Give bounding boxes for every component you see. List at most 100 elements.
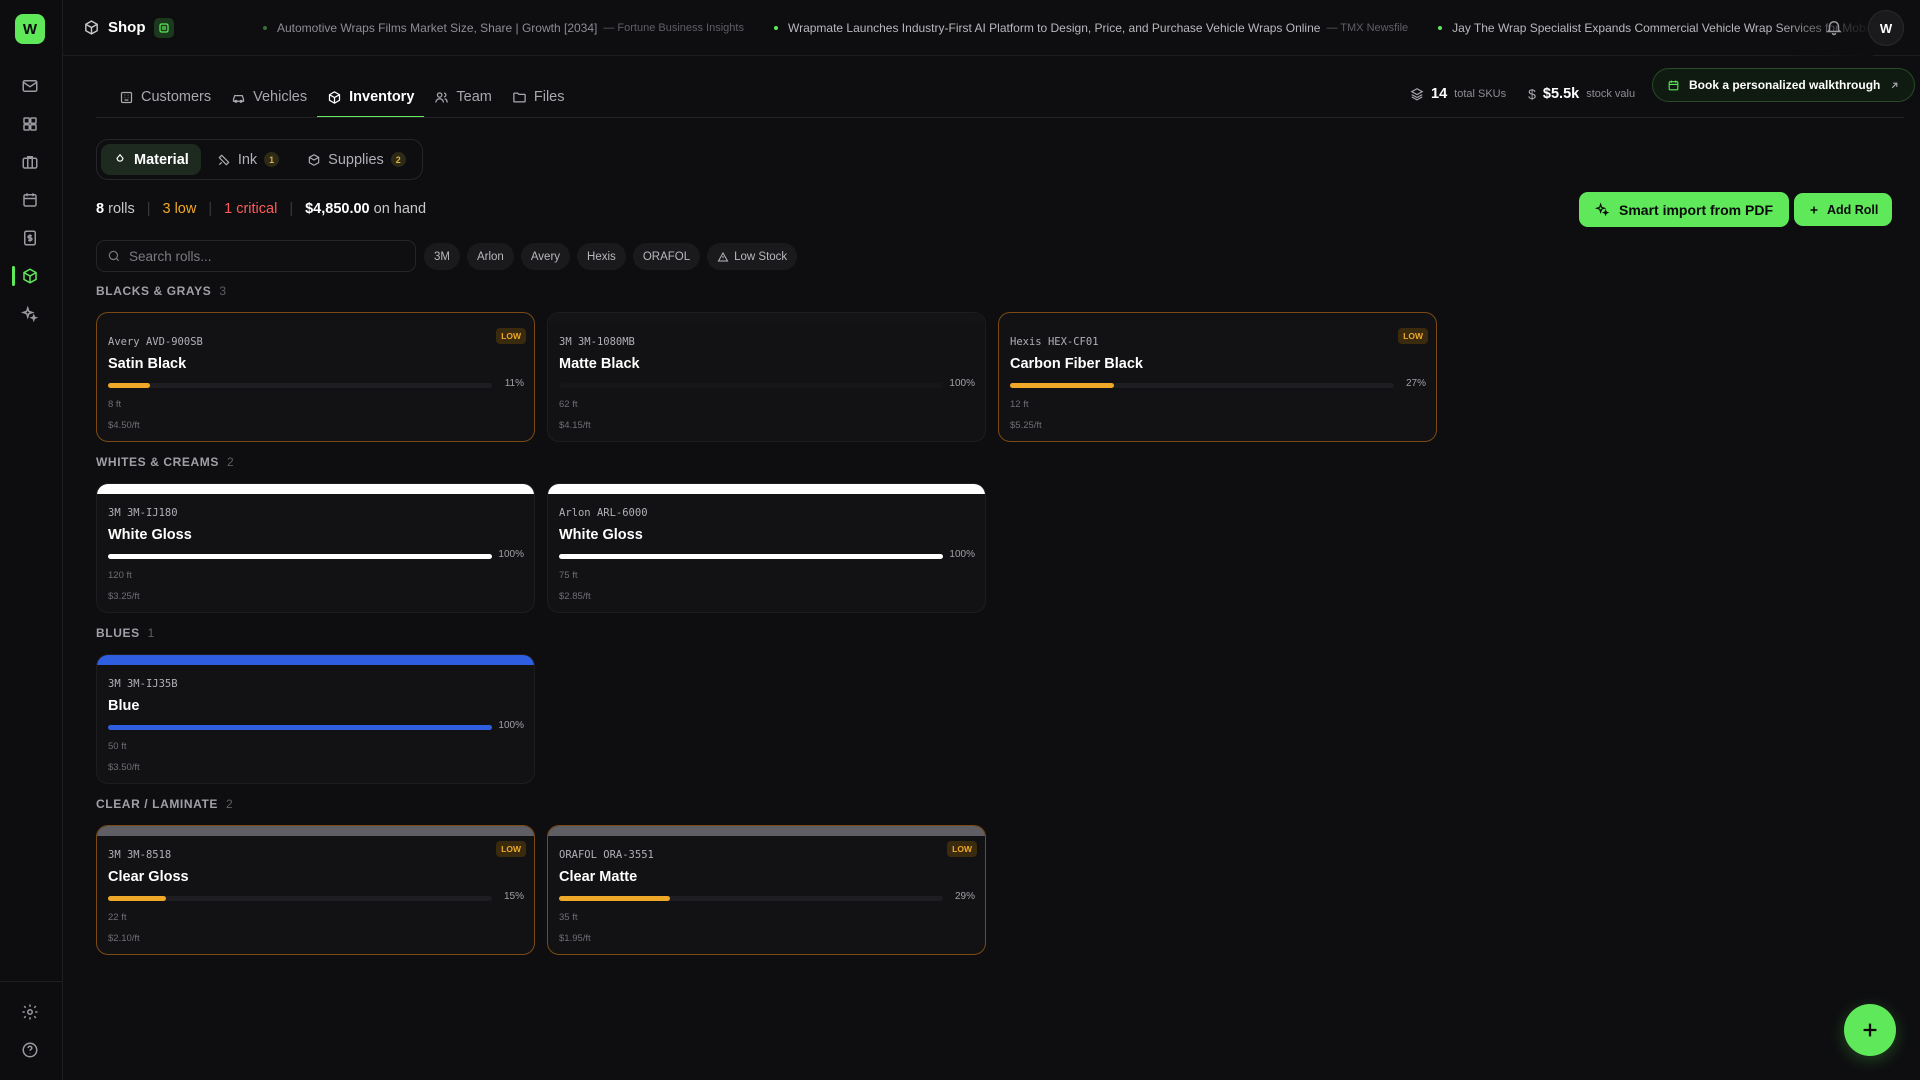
segment-ink[interactable]: Ink 1 [205, 144, 291, 175]
shop-switcher[interactable]: Shop [83, 17, 203, 38]
stock-value: $5.5k [1542, 86, 1580, 102]
roll-length: 120 ft [108, 570, 132, 581]
book-walkthrough-button[interactable]: Book a personalized walkthrough [1652, 68, 1916, 102]
roll-card[interactable]: 3M 3M-1080MB Matte Black 100% 62 ft $4.15/ft [547, 312, 986, 442]
package-icon [327, 90, 342, 105]
news-item[interactable]: Automotive Wraps Films Market Size, Shar… [263, 21, 744, 35]
tab-inventory[interactable]: Inventory [317, 78, 425, 118]
roll-brand: Hexis [1010, 336, 1042, 348]
roll-name: Matte Black [559, 356, 640, 372]
roll-card[interactable]: 3M 3M-IJ35B Blue 100% 50 ft $3.50/ft [96, 654, 535, 784]
roll-price: $2.85/ft [559, 591, 591, 602]
top-bar: Shop Automotive Wraps Films Market Size,… [63, 0, 1920, 56]
news-bullet [1438, 26, 1443, 30]
fab-add-button[interactable] [1844, 1004, 1896, 1056]
section-title-text: BLACKS & GRAYS [96, 284, 212, 298]
filter-chip-low-stock[interactable]: Low Stock [707, 243, 798, 270]
roll-length: 12 ft [1010, 399, 1029, 410]
roll-length: 62 ft [559, 399, 578, 410]
roll-card[interactable]: 3M 3M-IJ180 White Gloss 100% 120 ft $3.25/ft [96, 483, 535, 613]
droplets-icon [116, 153, 124, 162]
roll-length: 8 ft [108, 399, 122, 410]
roll-card[interactable]: ORAFOL ORA-3551 Clear Matte 29% 35 ft $1.95/… [547, 825, 986, 955]
roll-card[interactable]: Hexis HEX-CF01 Carbon Fiber Black 27% 12 ft… [998, 312, 1437, 442]
stock-value-label: stock valu [1586, 88, 1636, 100]
total-skus-value: 14 [1431, 86, 1448, 102]
filter-chip-arlon[interactable]: Arlon [466, 243, 514, 270]
bell-icon[interactable] [1825, 18, 1843, 36]
roll-color-stripe [548, 313, 985, 323]
roll-length: 50 ft [108, 741, 127, 752]
search-box [96, 240, 416, 272]
filter-chip-hexis[interactable]: Hexis [577, 243, 626, 270]
tab-team[interactable]: Team [424, 78, 501, 116]
roll-code: AVD-900SB [145, 336, 203, 348]
mail-icon[interactable] [16, 72, 44, 100]
sparkles-icon[interactable] [16, 300, 44, 328]
segment-material[interactable]: Material [101, 144, 201, 175]
segment-supplies[interactable]: Supplies 2 [295, 144, 418, 175]
news-item[interactable]: Wrapmate Launches Industry-First AI Plat… [773, 21, 1409, 35]
roll-sku: 3M 3M-IJ35B [108, 678, 178, 690]
briefcase-icon[interactable] [16, 148, 44, 176]
stock-progress-fill [559, 896, 671, 901]
roll-length: 35 ft [559, 912, 578, 923]
tab-customers[interactable]: Customers [109, 78, 221, 116]
roll-sku: ORAFOL ORA-3551 [559, 849, 654, 861]
shop-badge[interactable] [153, 17, 174, 38]
invoice-icon[interactable] [16, 224, 44, 252]
filter-chip-orafol[interactable]: ORAFOL [632, 243, 701, 270]
folder-icon [512, 90, 527, 105]
app-logo[interactable]: W [15, 14, 45, 44]
dollar-icon: $ [1528, 86, 1536, 102]
add-roll-label: Add Roll [1827, 202, 1879, 217]
dashboard-icon[interactable] [16, 110, 44, 138]
filter-chip-avery[interactable]: Avery [520, 243, 571, 270]
user-avatar[interactable]: W [1868, 10, 1904, 46]
roll-card[interactable]: Arlon ARL-6000 White Gloss 100% 75 ft $2.85/… [547, 483, 986, 613]
plus-icon [1863, 1023, 1877, 1037]
settings-icon[interactable] [16, 998, 44, 1026]
inventory-icon[interactable] [16, 262, 44, 290]
search-input[interactable] [129, 248, 389, 264]
roll-card[interactable]: Avery AVD-900SB Satin Black 11% 8 ft $4.50/f… [96, 312, 535, 442]
tab-files[interactable]: Files [502, 78, 575, 116]
roll-price: $4.15/ft [559, 420, 591, 431]
stock-progress-track [108, 554, 492, 559]
tab-label: Inventory [349, 89, 415, 105]
filter-chip-label: 3M [434, 250, 450, 263]
filter-chip-label: Hexis [587, 250, 616, 263]
tab-label: Files [533, 89, 565, 105]
roll-brand: Avery [108, 336, 140, 348]
roll-code: HEX-CF01 [1047, 336, 1099, 348]
roll-sku: Hexis HEX-CF01 [1010, 336, 1099, 348]
on-hand-label: on hand [373, 201, 427, 217]
roll-color-stripe [97, 484, 534, 494]
add-roll-button[interactable]: Add Roll [1794, 193, 1893, 226]
news-source: — TMX Newsfile [1326, 22, 1409, 34]
smart-import-button[interactable]: Smart import from PDF [1579, 192, 1790, 227]
stock-percent: 100% [498, 549, 524, 560]
stock-progress-fill [108, 554, 492, 559]
roll-color-stripe [97, 826, 534, 836]
arrow-up-right-icon [1892, 82, 1898, 88]
section-title-text: CLEAR / LAMINATE [96, 797, 219, 811]
low-count: 3 low [162, 201, 197, 217]
stock-progress-fill [108, 725, 492, 730]
help-icon[interactable] [16, 1036, 44, 1064]
roll-card[interactable]: 3M 3M-8518 Clear Gloss 15% 22 ft $2.10/ft LOW [96, 825, 535, 955]
filter-chip-label: Low Stock [734, 250, 788, 263]
search-icon [108, 250, 120, 262]
roll-sku: 3M 3M-1080MB [559, 336, 635, 348]
section-title: CLEAR / LAMINATE 2 [96, 797, 233, 811]
on-hand-value: $4,850.00 [305, 201, 370, 217]
section-title: BLUES 1 [96, 626, 154, 640]
filter-chip-3m[interactable]: 3M [424, 243, 460, 270]
section-title-text: BLUES [96, 626, 140, 640]
calendar-icon[interactable] [16, 186, 44, 214]
stock-progress-track [559, 554, 943, 559]
stock-progress-fill [1010, 383, 1114, 388]
roll-code: 3M-IJ180 [126, 507, 178, 519]
news-source: — Fortune Business Insights [603, 22, 744, 34]
tab-vehicles[interactable]: Vehicles [221, 78, 317, 116]
